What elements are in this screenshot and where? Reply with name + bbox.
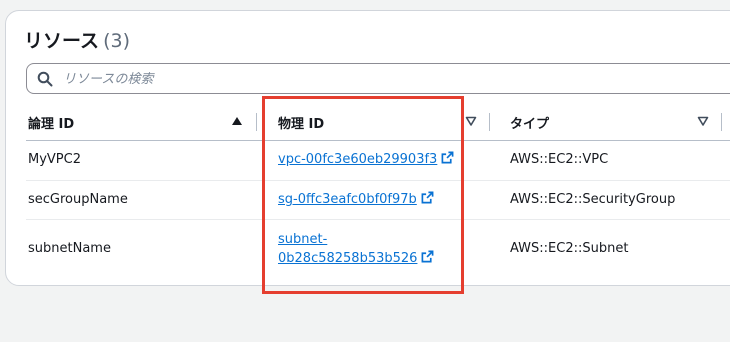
sort-icon[interactable] (465, 115, 477, 127)
logical-id-cell: MyVPC2 (28, 152, 81, 167)
row-divider (26, 180, 730, 181)
search-input[interactable] (63, 68, 663, 90)
column-resizer[interactable] (256, 113, 257, 131)
external-link-icon (421, 191, 434, 204)
row-divider (26, 219, 730, 220)
sort-icon[interactable] (697, 115, 709, 127)
logical-id-cell: subnetName (28, 241, 111, 256)
panel-title: リソース (3) (24, 26, 130, 53)
search-box[interactable] (26, 63, 730, 94)
external-link-icon (421, 250, 434, 263)
physical-id-text[interactable]: sg-0ffc3eafc0bf0f97b (278, 192, 417, 207)
physical-id-link[interactable]: vpc-00fc3e60eb29903f3 (278, 150, 454, 169)
physical-id-link[interactable]: subnet- 0b28c58258b53b526 (278, 230, 434, 268)
type-cell: AWS::EC2::SecurityGroup (510, 192, 676, 207)
search-icon (37, 71, 53, 87)
physical-id-text-line1[interactable]: subnet- (278, 230, 434, 249)
resource-count: (3) (103, 30, 130, 52)
external-link-icon (441, 151, 454, 164)
header-divider (26, 140, 730, 141)
column-header-type[interactable]: タイプ (510, 113, 549, 132)
sort-ascending-icon[interactable] (231, 115, 243, 127)
type-cell: AWS::EC2::VPC (510, 152, 609, 167)
physical-id-text-line2[interactable]: 0b28c58258b53b526 (278, 251, 417, 266)
type-cell: AWS::EC2::Subnet (510, 241, 629, 256)
column-resizer[interactable] (489, 113, 490, 131)
physical-id-text[interactable]: vpc-00fc3e60eb29903f3 (278, 152, 437, 167)
logical-id-cell: secGroupName (28, 192, 128, 207)
column-resizer[interactable] (721, 113, 722, 131)
physical-id-link[interactable]: sg-0ffc3eafc0bf0f97b (278, 190, 434, 209)
column-header-logical-id[interactable]: 論理 ID (28, 113, 74, 132)
panel-title-text: リソース (24, 30, 100, 52)
column-header-physical-id[interactable]: 物理 ID (278, 113, 324, 132)
